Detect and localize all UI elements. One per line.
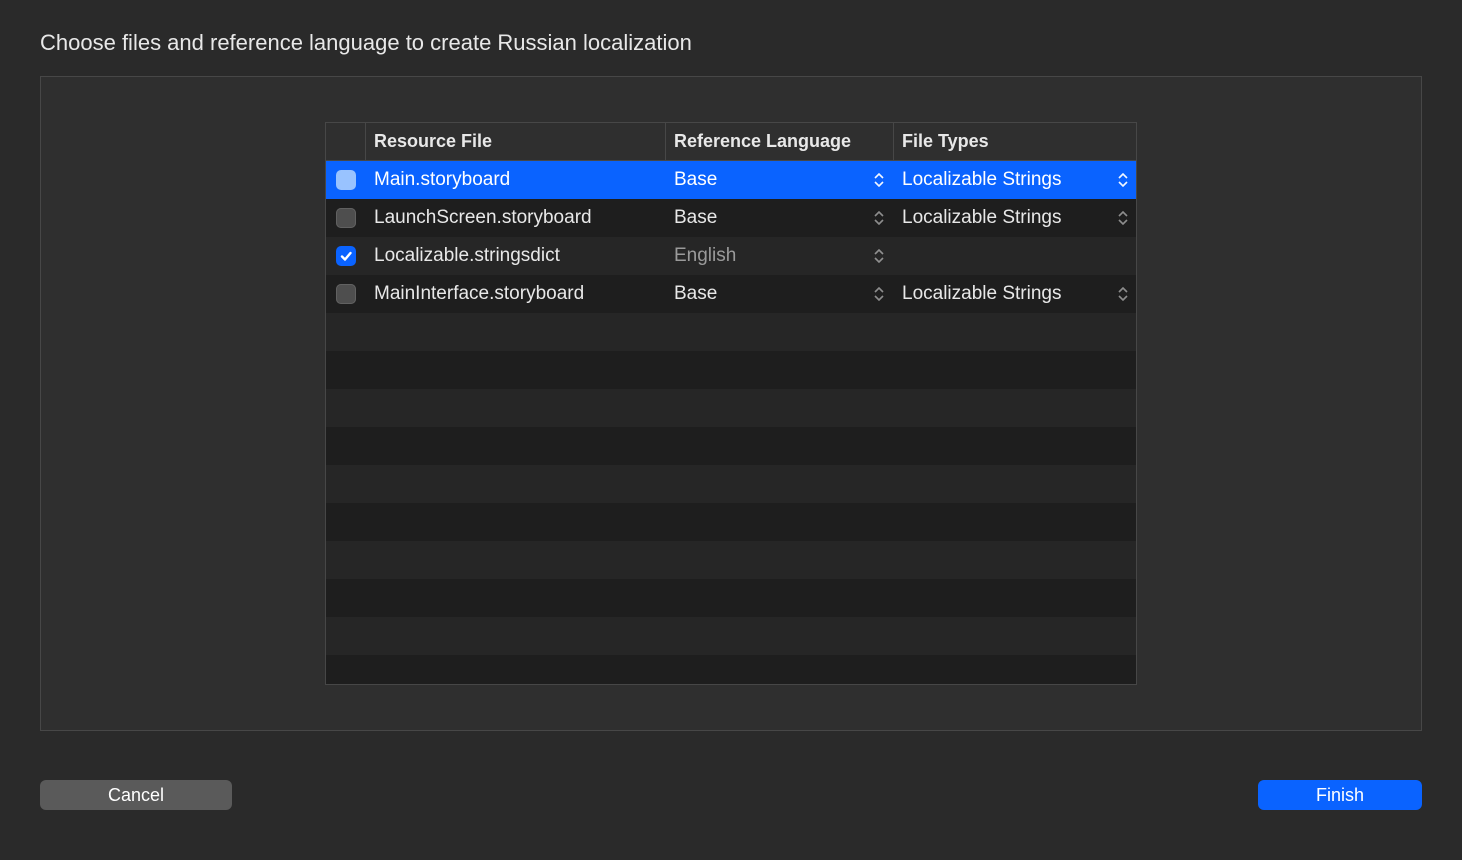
file-table: Resource File Reference Language File Ty… [325,122,1137,685]
finish-button[interactable]: Finish [1258,780,1422,810]
table-header-file-types[interactable]: File Types [894,123,1137,160]
resource-file-name: LaunchScreen.storyboard [374,207,592,229]
stepper-icon [1116,171,1130,189]
file-type-select[interactable] [894,237,1137,275]
table-row[interactable]: Localizable.stringsdict English [326,237,1136,275]
resource-file-cell: Localizable.stringsdict [366,237,666,275]
reference-language-select[interactable]: Base [666,275,894,313]
table-header-checkbox [326,123,366,160]
row-checkbox-cell[interactable] [326,275,366,313]
table-header-row: Resource File Reference Language File Ty… [326,123,1136,161]
file-type-select[interactable]: Localizable Strings [894,161,1137,199]
cancel-button[interactable]: Cancel [40,780,232,810]
reference-language-select[interactable]: English [666,237,894,275]
reference-language-value: Base [674,207,717,229]
stepper-icon [872,247,886,265]
row-checkbox[interactable] [336,284,356,304]
row-checkbox[interactable] [336,246,356,266]
resource-file-cell: Main.storyboard [366,161,666,199]
table-row[interactable]: MainInterface.storyboard Base Localizable … [326,275,1136,313]
row-checkbox[interactable] [336,170,356,190]
stepper-icon [1116,209,1130,227]
file-type-value: Localizable Strings [902,207,1061,229]
table-row-empty [326,427,1136,465]
reference-language-value: Base [674,283,717,305]
resource-file-cell: MainInterface.storyboard [366,275,666,313]
resource-file-name: MainInterface.storyboard [374,283,584,305]
table-row-empty [326,655,1136,685]
table-row-empty [326,579,1136,617]
row-checkbox-cell[interactable] [326,199,366,237]
table-row-empty [326,351,1136,389]
row-checkbox[interactable] [336,208,356,228]
file-type-value: Localizable Strings [902,169,1061,191]
reference-language-value: Base [674,169,717,191]
resource-file-cell: LaunchScreen.storyboard [366,199,666,237]
dialog-heading: Choose files and reference language to c… [40,30,1422,56]
table-row-empty [326,541,1136,579]
table-header-reference-language[interactable]: Reference Language [666,123,894,160]
localization-dialog: Choose files and reference language to c… [0,0,1462,860]
stepper-icon [872,171,886,189]
row-checkbox-cell[interactable] [326,237,366,275]
dialog-footer: Cancel Finish [40,780,1422,810]
resource-file-name: Main.storyboard [374,169,510,191]
table-row[interactable]: LaunchScreen.storyboard Base Localizable S… [326,199,1136,237]
file-type-value: Localizable Strings [902,283,1061,305]
stepper-icon [1116,285,1130,303]
table-row-empty [326,503,1136,541]
table-row-empty [326,389,1136,427]
table-row-empty [326,617,1136,655]
table-header-resource-file[interactable]: Resource File [366,123,666,160]
resource-file-name: Localizable.stringsdict [374,245,560,267]
table-row[interactable]: Main.storyboard Base Localizable Strings [326,161,1136,199]
file-type-select[interactable]: Localizable Strings [894,275,1137,313]
row-checkbox-cell[interactable] [326,161,366,199]
file-type-select[interactable]: Localizable Strings [894,199,1137,237]
reference-language-select[interactable]: Base [666,161,894,199]
table-body: Main.storyboardBaseLocalizable StringsLa… [326,161,1136,685]
stepper-icon [872,209,886,227]
reference-language-value: English [674,245,736,267]
table-row-empty [326,465,1136,503]
stepper-icon [872,285,886,303]
table-row-empty [326,313,1136,351]
panel: Resource File Reference Language File Ty… [40,76,1422,731]
reference-language-select[interactable]: Base [666,199,894,237]
